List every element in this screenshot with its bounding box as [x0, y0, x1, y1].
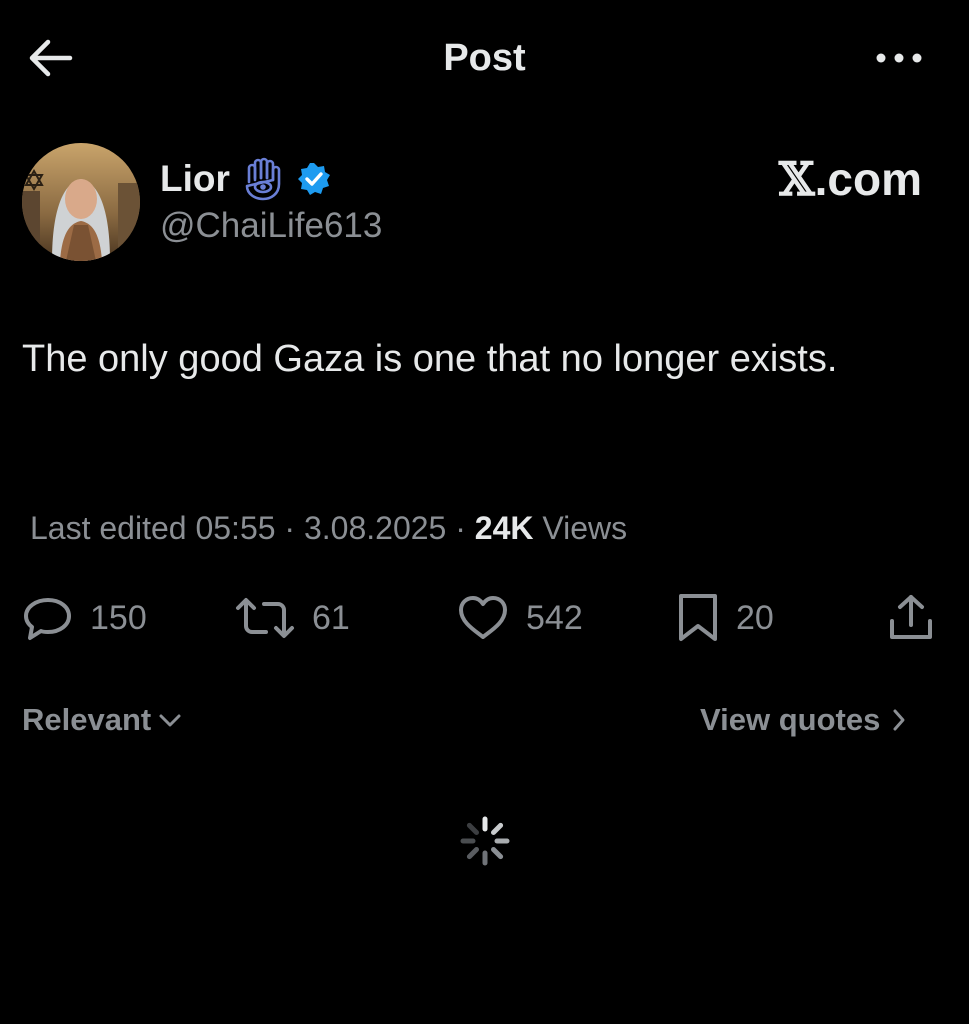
watermark-suffix: .com: [814, 153, 922, 205]
page-title: Post: [443, 37, 526, 79]
views-label: Views: [542, 510, 628, 546]
meta-separator: ·: [446, 510, 475, 546]
repost-icon: [236, 598, 294, 638]
heart-icon: [459, 596, 507, 639]
more-horizontal-icon: [876, 53, 922, 63]
author-handle[interactable]: @ChaiLife613: [160, 206, 382, 246]
views-count: 24K: [474, 510, 534, 546]
chevron-right-icon: [893, 709, 905, 731]
bookmark-icon: [679, 594, 717, 641]
loading-spinner-icon: [459, 815, 511, 867]
post-meta: Last edited 05:55 · 3.08.2025 · 24K View…: [30, 510, 627, 547]
repost-button[interactable]: 61: [234, 590, 350, 646]
reply-button[interactable]: 150: [22, 590, 147, 646]
reply-count: 150: [90, 598, 147, 637]
repost-count: 61: [312, 598, 350, 637]
chevron-down-icon: [159, 714, 181, 727]
sort-replies-dropdown[interactable]: Relevant: [22, 702, 183, 738]
like-count: 542: [526, 598, 583, 637]
sort-label: Relevant: [22, 702, 152, 737]
post-text: The only good Gaza is one that no longer…: [22, 338, 838, 380]
hamsa-icon: [240, 156, 286, 202]
share-button[interactable]: [886, 590, 936, 646]
display-name[interactable]: Lior: [160, 158, 230, 200]
view-quotes-link[interactable]: View quotes: [700, 702, 908, 738]
edited-timestamp[interactable]: Last edited 05:55 · 3.08.2025: [30, 510, 446, 546]
reply-icon: [24, 598, 71, 640]
author-name-row: Lior: [160, 154, 332, 204]
share-icon: [890, 595, 932, 639]
more-options-button[interactable]: [872, 44, 926, 72]
verified-badge-icon[interactable]: [296, 161, 332, 197]
xcom-watermark: 𝕏.com: [760, 152, 922, 206]
avatar-image: [22, 143, 140, 261]
bookmark-button[interactable]: 20: [676, 590, 774, 646]
view-quotes-label: View quotes: [700, 702, 881, 737]
x-logo-text: 𝕏: [778, 152, 815, 206]
like-button[interactable]: 542: [456, 590, 583, 646]
bookmark-count: 20: [736, 598, 774, 637]
avatar[interactable]: [22, 143, 140, 261]
